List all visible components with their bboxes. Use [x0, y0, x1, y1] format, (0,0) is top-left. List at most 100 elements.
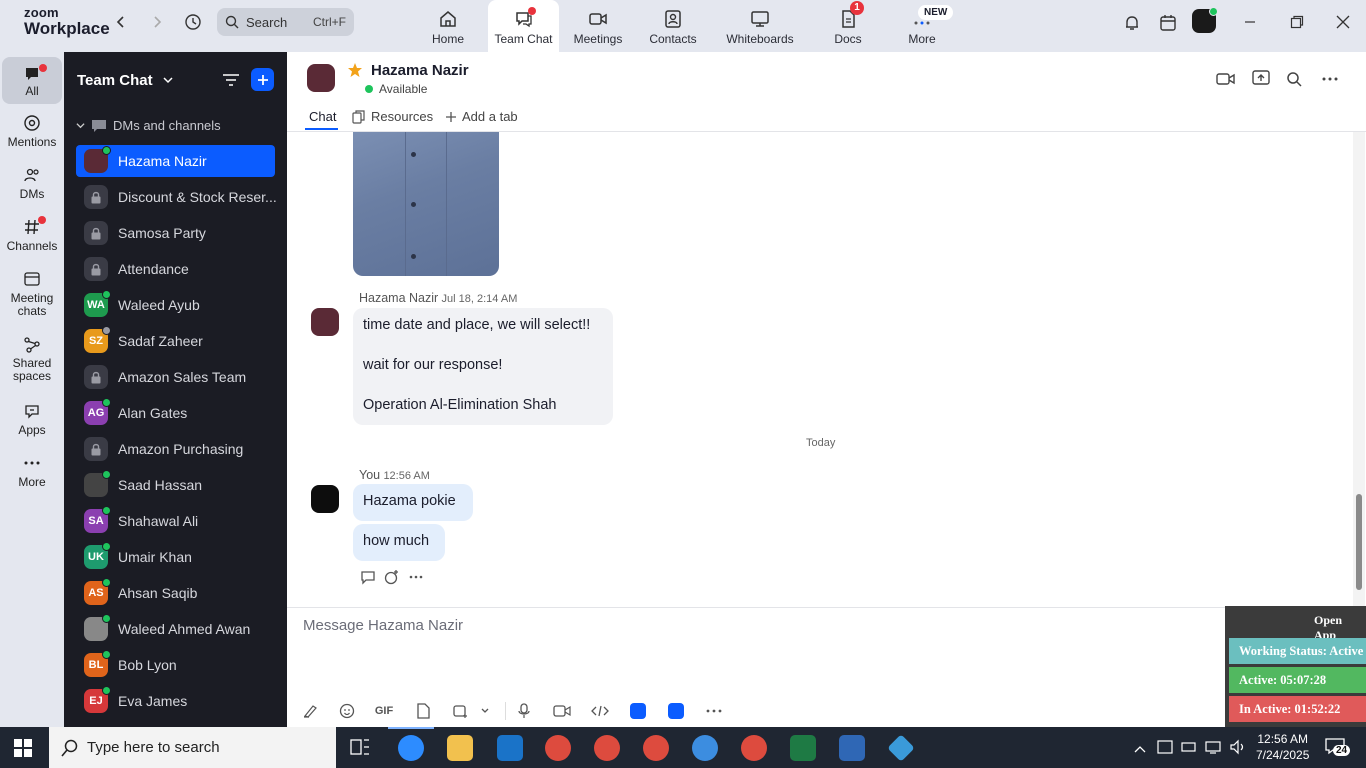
chat-scrollbar[interactable] [1353, 132, 1365, 607]
tab-team-chat[interactable]: Team Chat [488, 0, 559, 52]
shared-photo[interactable] [353, 132, 499, 276]
conversation-item[interactable]: UK Umair Khan [76, 541, 275, 573]
search-bar[interactable]: Search Ctrl+F [217, 8, 354, 36]
emoji-icon[interactable] [337, 701, 357, 721]
composer-more-icon[interactable] [704, 701, 724, 721]
scrollbar-thumb[interactable] [1356, 494, 1362, 590]
zoom-app-icon[interactable] [398, 735, 424, 761]
back-arrow-icon[interactable] [109, 10, 133, 34]
tray-battery-icon[interactable] [1181, 739, 1197, 760]
sidebar-title[interactable]: Team Chat [77, 72, 173, 89]
rail-shared-spaces[interactable]: Shared spaces [2, 335, 62, 383]
conversation-item[interactable]: EJ Eva James [76, 685, 275, 717]
screenshot-icon[interactable] [450, 701, 470, 721]
tab-contacts[interactable]: Contacts [645, 0, 701, 52]
tab-home[interactable]: Home [420, 0, 476, 52]
app-icon[interactable] [887, 734, 915, 762]
rail-more[interactable]: More [2, 454, 62, 489]
dms-channels-section[interactable]: DMs and channels [76, 118, 221, 133]
conversation-item[interactable]: Waleed Ahmed Awan [76, 613, 275, 645]
message-bubble[interactable]: Hazama pokie [353, 484, 473, 521]
tab-more[interactable]: More NEW [898, 0, 954, 52]
add-reaction-icon[interactable] [384, 569, 400, 590]
close-icon[interactable] [1331, 10, 1355, 34]
bell-icon[interactable] [1120, 11, 1144, 35]
rail-dms[interactable]: DMs [2, 166, 62, 201]
share-screen-icon[interactable] [1252, 70, 1270, 91]
video-call-icon[interactable] [1216, 71, 1236, 92]
search-chat-icon[interactable] [1286, 71, 1302, 92]
format-icon[interactable] [300, 701, 320, 721]
taskbar-search[interactable]: Type here to search [49, 727, 336, 768]
history-icon[interactable] [181, 10, 205, 34]
outlook-icon[interactable] [497, 735, 523, 761]
tray-app-icon[interactable] [1157, 739, 1173, 760]
conversation-item[interactable]: WA Waleed Ayub [76, 289, 275, 321]
chrome-icon[interactable] [741, 735, 767, 761]
tab-chat[interactable]: Chat [309, 109, 336, 124]
task-view-icon[interactable] [350, 738, 370, 761]
chevron-down-icon[interactable] [475, 701, 495, 721]
conversation-item[interactable]: Samosa Party [76, 217, 275, 249]
microphone-icon[interactable] [514, 701, 534, 721]
system-clock[interactable]: 12:56 AM 7/24/2025 [1256, 731, 1309, 763]
chrome-icon[interactable] [545, 735, 571, 761]
conversation-item[interactable]: SA Shahawal Ali [76, 505, 275, 537]
calculator-icon[interactable] [839, 735, 865, 761]
restore-icon[interactable] [1285, 10, 1309, 34]
app-zoom-docs-icon[interactable] [666, 701, 686, 721]
volume-icon[interactable] [1229, 739, 1247, 760]
star-icon[interactable] [347, 62, 363, 78]
calendar-icon[interactable] [1156, 11, 1180, 35]
sender-avatar[interactable] [311, 308, 339, 336]
rail-channels[interactable]: Channels [2, 216, 62, 253]
tab-docs[interactable]: Docs 1 [826, 0, 870, 52]
rail-apps[interactable]: Apps [2, 402, 62, 437]
profile-avatar[interactable] [1192, 7, 1218, 33]
message-more-icon[interactable] [408, 569, 424, 590]
new-chat-button[interactable] [251, 68, 274, 91]
docs-badge: 1 [850, 1, 864, 15]
rail-all[interactable]: All [2, 57, 62, 104]
conversation-item[interactable]: Amazon Purchasing [76, 433, 275, 465]
conversation-item[interactable]: Discount & Stock Reser... [76, 181, 277, 213]
conversation-item[interactable]: Amazon Sales Team [76, 361, 275, 393]
app-zoom-clips-icon[interactable] [628, 701, 648, 721]
contact-avatar[interactable] [307, 64, 335, 92]
chrome-icon[interactable] [692, 735, 718, 761]
gif-button[interactable]: GIF [374, 701, 394, 721]
tab-meetings[interactable]: Meetings [568, 0, 628, 52]
filter-icon[interactable] [222, 72, 240, 93]
conversation-item[interactable]: SZ Sadaf Zaheer [76, 325, 275, 357]
tray-chevron-up-icon[interactable] [1134, 741, 1146, 759]
tab-resources[interactable]: Resources [352, 109, 433, 124]
add-tab-button[interactable]: Add a tab [445, 109, 518, 124]
tab-whiteboards[interactable]: Whiteboards [722, 0, 798, 52]
file-icon[interactable] [413, 701, 433, 721]
rail-meeting-chats[interactable]: Meeting chats [2, 270, 62, 318]
conversation-item[interactable]: Hazama Nazir [76, 145, 275, 177]
windows-start-icon[interactable] [14, 739, 32, 762]
network-icon[interactable] [1205, 739, 1221, 760]
conversation-item[interactable]: AS Ahsan Saqib [76, 577, 275, 609]
conversation-item[interactable]: BL Bob Lyon [76, 649, 275, 681]
video-message-icon[interactable] [552, 701, 572, 721]
reply-icon[interactable] [360, 569, 376, 590]
my-avatar[interactable] [311, 485, 339, 513]
message-bubble[interactable]: time date and place, we will select!! wa… [353, 308, 613, 425]
minimize-icon[interactable] [1238, 10, 1262, 34]
message-input[interactable]: Message Hazama Nazir [303, 617, 463, 634]
forward-arrow-icon[interactable] [145, 10, 169, 34]
excel-icon[interactable] [790, 735, 816, 761]
chrome-icon[interactable] [594, 735, 620, 761]
code-icon[interactable] [590, 701, 610, 721]
chrome-icon[interactable] [643, 735, 669, 761]
conversation-item[interactable]: Attendance [76, 253, 275, 285]
rail-mentions[interactable]: Mentions [2, 114, 62, 149]
conversation-item[interactable]: Saad Hassan [76, 469, 275, 501]
conversation-item[interactable]: AG Alan Gates [76, 397, 275, 429]
message-bubble[interactable]: how much [353, 524, 445, 561]
file-explorer-icon[interactable] [447, 735, 473, 761]
notifications-icon[interactable]: 24 [1325, 737, 1351, 757]
more-options-icon[interactable] [1322, 71, 1338, 92]
